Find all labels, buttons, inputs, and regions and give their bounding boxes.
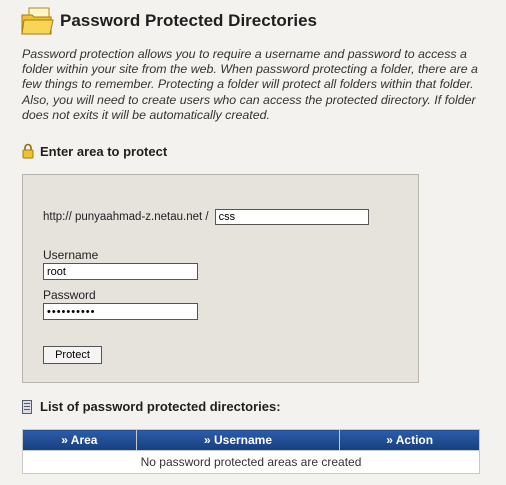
url-prefix: http:// punyaahmad-z.netau.net / [43,211,209,223]
page-title: Password Protected Directories [60,11,317,30]
intro-text: Password protection allows you to requir… [22,47,478,122]
protected-list-heading: List of password protected directories: [22,399,281,414]
protect-form-panel: http:// punyaahmad-z.netau.net / Usernam… [22,174,419,383]
username-label: Username [43,248,99,262]
password-label: Password [43,288,96,302]
protect-area-heading-label: Enter area to protect [40,143,168,159]
protected-directories-table: » Area » Username » Action No password p… [22,429,480,474]
protect-button[interactable]: Protect [43,346,102,364]
column-area-header[interactable]: » Area [22,429,137,451]
lock-icon [22,143,34,159]
password-input[interactable] [43,303,198,320]
column-action-header[interactable]: » Action [339,429,480,451]
directory-input[interactable] [214,209,369,225]
page-header: Password Protected Directories [20,4,317,38]
document-icon [22,399,32,414]
username-input[interactable] [43,263,198,280]
protected-list-heading-label: List of password protected directories: [40,399,281,414]
table-header-row: » Area » Username » Action [22,429,480,451]
url-row: http:// punyaahmad-z.netau.net / [43,209,369,225]
empty-table-message: No password protected areas are created [22,450,480,474]
table-row: No password protected areas are created [22,450,480,474]
protect-area-heading: Enter area to protect [22,143,167,159]
folder-icon [20,6,54,36]
column-username-header[interactable]: » Username [135,429,341,451]
